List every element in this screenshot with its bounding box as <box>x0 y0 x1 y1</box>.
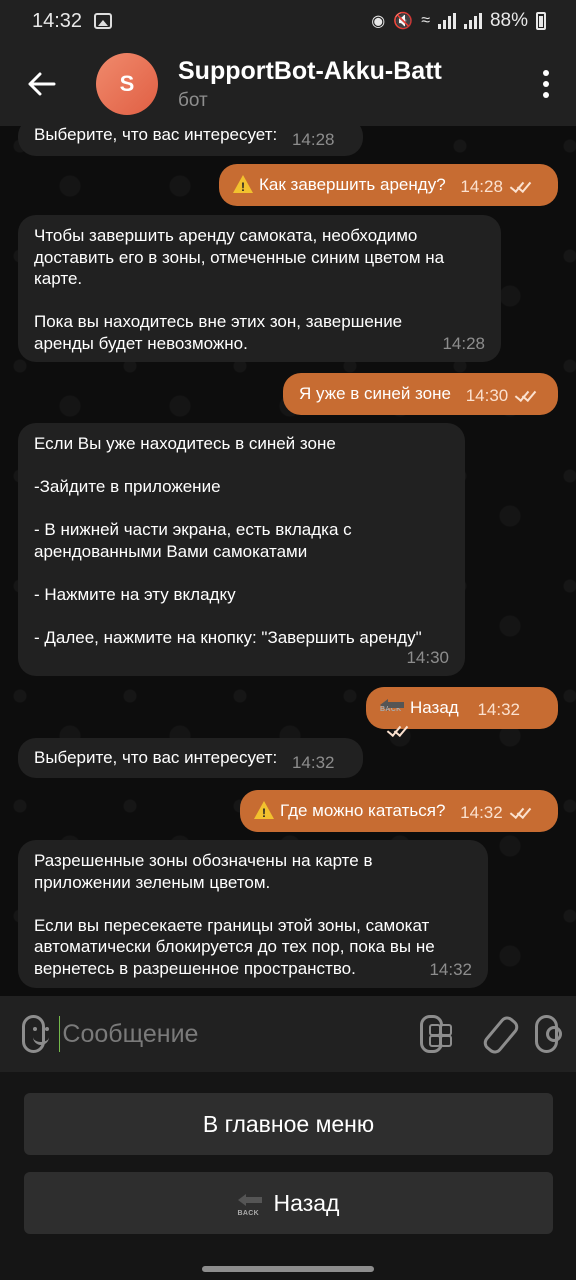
message-time: 14:28 <box>291 130 335 149</box>
arrow-left-icon <box>28 72 56 96</box>
message-list[interactable]: Выберите, что вас интересует: 14:28 Как … <box>0 126 576 996</box>
status-time: 14:32 <box>32 9 83 32</box>
message-incoming[interactable]: Выберите, что вас интересует: 14:32 <box>18 738 363 778</box>
more-dot <box>543 81 549 87</box>
back-keyboard-button[interactable]: BACK Назад <box>24 1172 553 1234</box>
back-button[interactable] <box>0 42 84 126</box>
message-time: 14:32 <box>291 753 335 772</box>
chat-header: S SupportBot-Akku-Batt бот <box>0 42 576 126</box>
bot-keyboard: В главное меню BACK Назад <box>0 1072 576 1280</box>
message-incoming[interactable]: Разрешенные зоны обозначены на карте в п… <box>18 840 488 988</box>
double-check-icon <box>509 179 535 193</box>
signal-icon <box>437 13 456 29</box>
paperclip-icon[interactable] <box>479 1015 499 1053</box>
lock-icon: ◉ <box>371 13 386 30</box>
main-menu-label: В главное меню <box>202 1110 375 1137</box>
emoji-icon[interactable] <box>22 1015 49 1053</box>
status-bar: 14:32 ◉ 🔇 ≈ 88% <box>0 0 576 42</box>
message-time: 14:30 <box>406 647 449 667</box>
message-text: Где можно кататься? <box>280 801 446 820</box>
message-outgoing[interactable]: Где можно кататься? 14:32 <box>240 790 558 832</box>
message-text: Выберите, что вас интересует: <box>34 748 278 767</box>
main-menu-button[interactable]: В главное меню <box>24 1093 553 1155</box>
status-icons: ◉ 🔇 ≈ 88% <box>371 10 546 32</box>
back-icon: BACK <box>237 1193 266 1217</box>
message-outgoing[interactable]: Я уже в синей зоне 14:30 <box>283 373 558 415</box>
message-incoming[interactable]: Если Вы уже находитесь в синей зоне -Зай… <box>18 423 465 676</box>
message-time: 14:32 <box>477 700 520 719</box>
chat-title-area[interactable]: SupportBot-Akku-Batt бот <box>178 57 516 112</box>
message-text: Если Вы уже находитесь в синей зоне -Зай… <box>34 434 422 647</box>
message-outgoing[interactable]: Как завершить аренду? 14:28 <box>219 164 558 206</box>
chat-title: SupportBot-Akku-Batt <box>178 56 442 85</box>
mute-icon: 🔇 <box>393 13 414 30</box>
warning-icon <box>233 175 253 199</box>
battery-icon <box>536 12 546 30</box>
bot-commands-icon[interactable] <box>420 1015 444 1053</box>
message-text: Разрешенные зоны обозначены на карте в п… <box>34 851 435 978</box>
wifi-icon: ≈ <box>421 12 430 29</box>
message-incoming[interactable]: Выберите, что вас интересует: 14:28 <box>18 126 363 156</box>
message-time: 14:28 <box>460 177 503 196</box>
message-outgoing[interactable]: BACK Назад 14:32 <box>366 687 558 729</box>
avatar[interactable]: S <box>96 53 158 115</box>
message-incoming[interactable]: Чтобы завершить аренду самоката, необход… <box>18 215 501 362</box>
double-check-icon <box>514 388 540 402</box>
message-text: Выберите, что вас интересует: <box>34 126 278 144</box>
back-icon: BACK <box>380 698 404 716</box>
chat-subtitle: бот <box>178 89 208 111</box>
battery-percent: 88% <box>489 10 528 31</box>
back-label: Назад <box>273 1189 340 1216</box>
image-icon <box>94 13 113 29</box>
double-check-icon <box>509 805 535 819</box>
message-text: Я уже в синей зоне <box>299 384 451 403</box>
text-cursor <box>58 1016 61 1052</box>
more-dot <box>543 70 549 76</box>
message-input[interactable] <box>62 1019 385 1049</box>
home-indicator[interactable] <box>202 1266 374 1272</box>
more-menu-button[interactable] <box>516 42 576 126</box>
camera-icon[interactable] <box>535 1015 562 1053</box>
more-dot <box>543 92 549 98</box>
message-composer <box>0 996 576 1072</box>
message-text: Как завершить аренду? <box>259 175 446 194</box>
message-time: 14:32 <box>429 959 472 979</box>
warning-icon <box>254 801 274 825</box>
message-time: 14:30 <box>465 386 509 405</box>
message-text: Назад <box>410 698 459 717</box>
message-text: Чтобы завершить аренду самоката, необход… <box>34 226 445 353</box>
double-check-icon <box>386 723 412 737</box>
message-time: 14:32 <box>460 803 503 822</box>
signal-icon <box>463 13 482 29</box>
message-time: 14:28 <box>442 333 485 353</box>
